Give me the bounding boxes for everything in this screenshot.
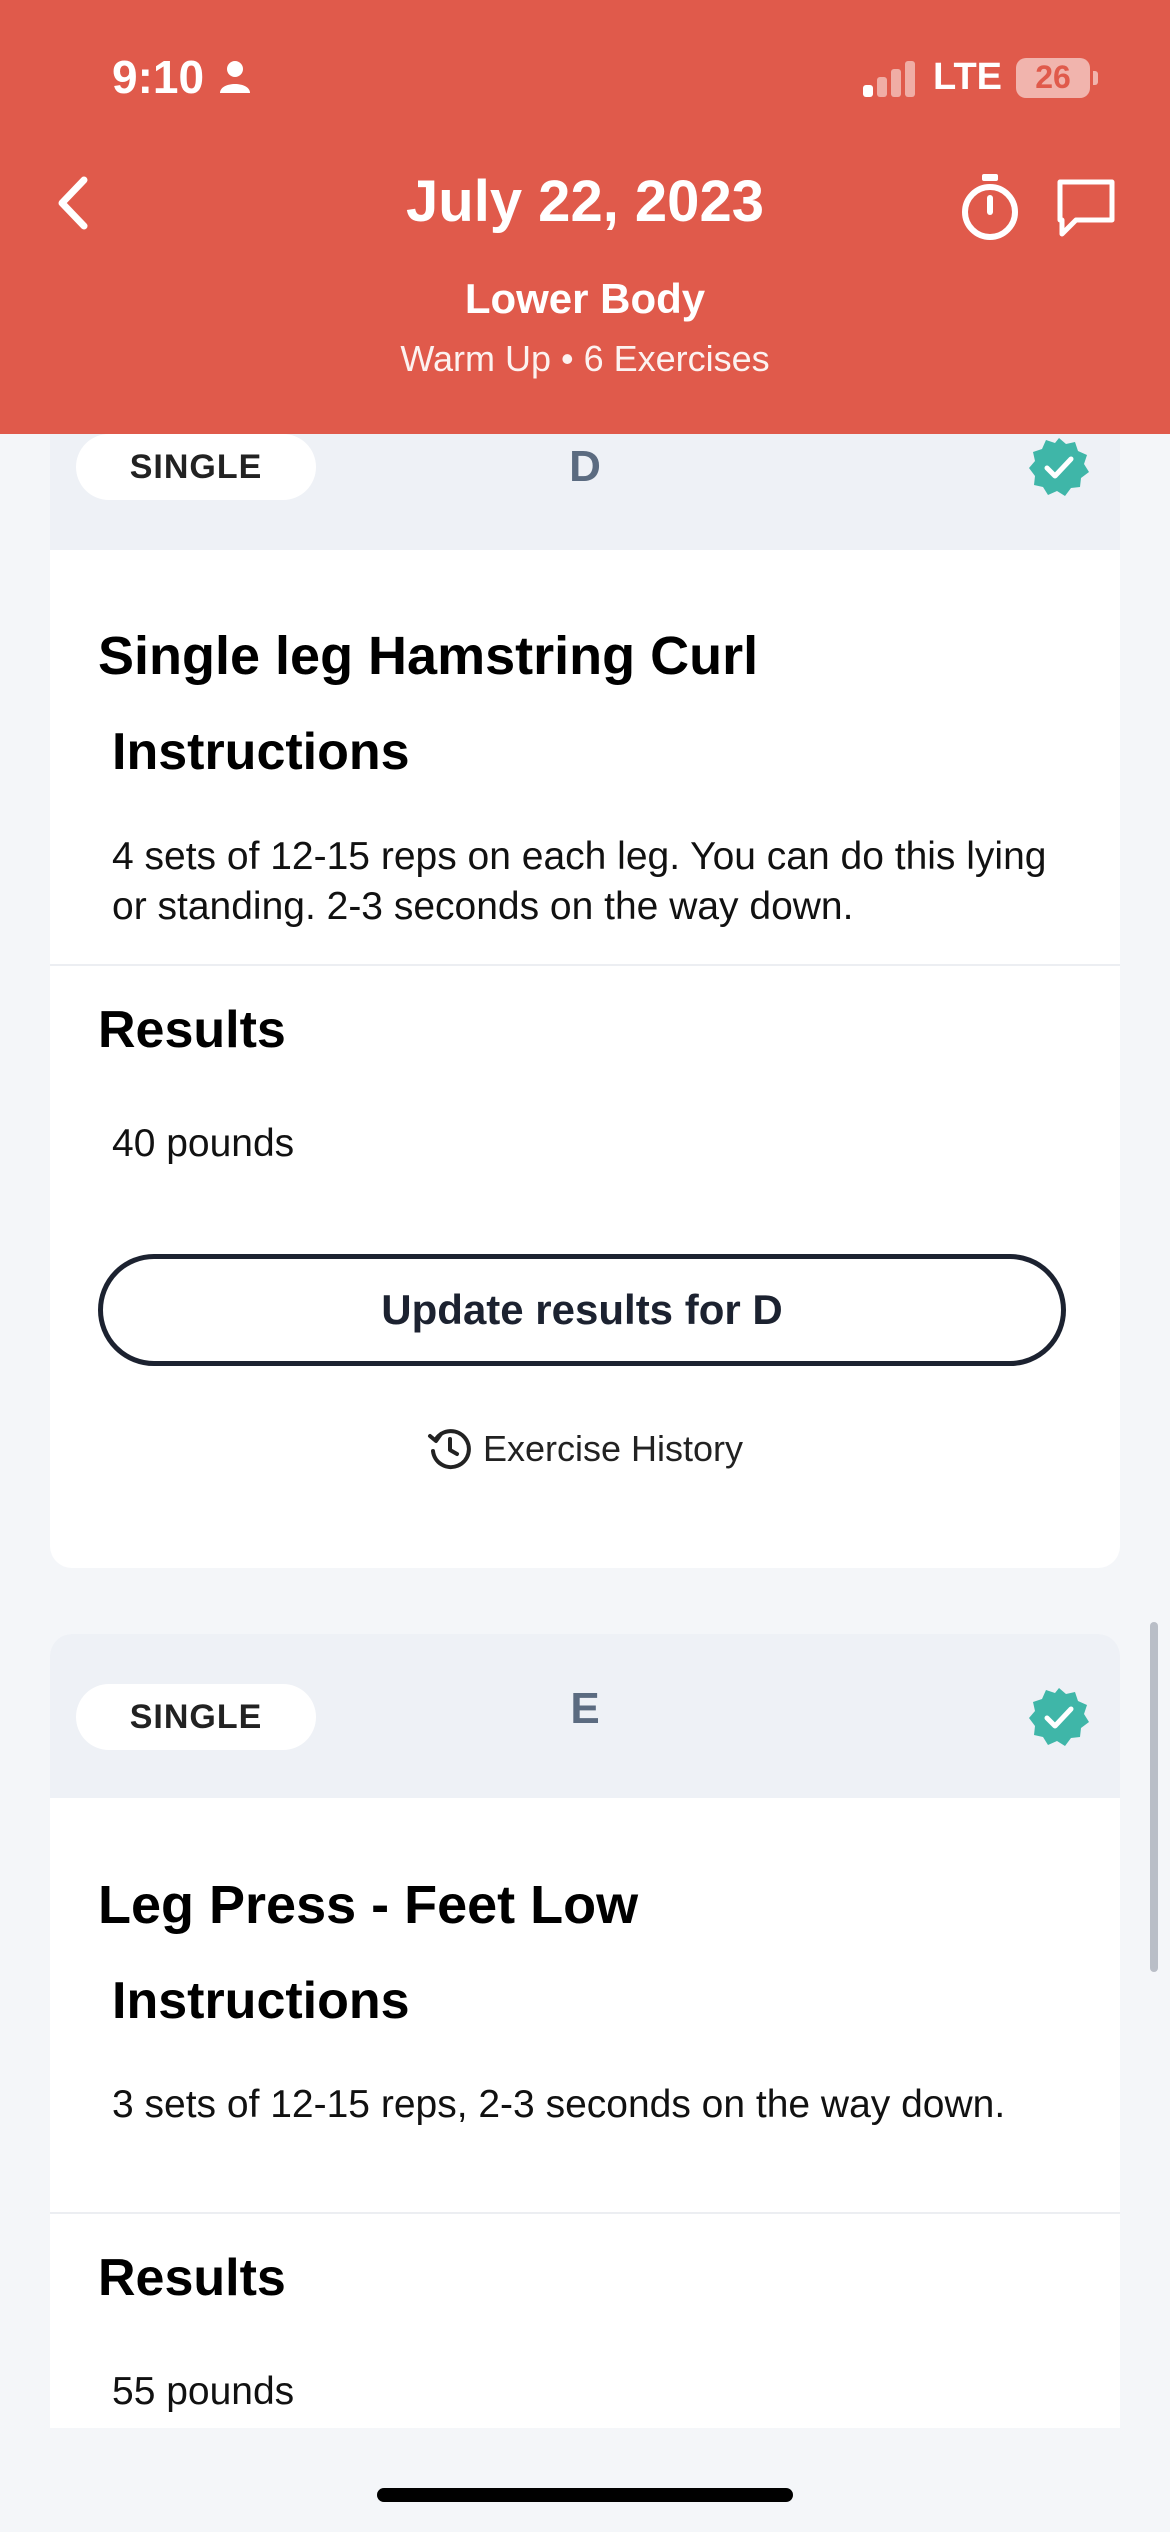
instructions-heading: Instructions <box>112 723 410 781</box>
divider <box>50 2212 1120 2214</box>
instructions-text: 4 sets of 12-15 reps on each leg. You ca… <box>112 835 1047 928</box>
status-time: 9:10 <box>112 50 252 104</box>
chat-icon[interactable] <box>1054 176 1118 240</box>
signal-icon <box>863 60 916 97</box>
exercise-letter: E <box>570 1684 600 1733</box>
completed-check-icon <box>1029 438 1089 496</box>
exercise-name: Leg Press - Feet Low <box>98 1875 639 1935</box>
divider <box>50 964 1120 966</box>
status-time-text: 9:10 <box>112 51 205 103</box>
exercise-history-label: Exercise History <box>482 1428 744 1469</box>
battery-indicator: 26 <box>1016 57 1098 98</box>
status-indicators: LTE 26 <box>861 56 1098 99</box>
exercise-history-link[interactable]: Exercise History <box>50 1426 1120 1472</box>
home-indicator[interactable] <box>377 2488 793 2502</box>
app-header: 9:10 LTE 26 July 22, 2023 Lower Body War… <box>0 0 1170 434</box>
exercise-card-d: SINGLE D Single leg Hamstring Curl Instr… <box>50 400 1120 1568</box>
person-icon <box>220 61 251 93</box>
completed-check-icon <box>1029 1688 1089 1746</box>
results-heading: Results <box>98 1001 286 1059</box>
scrollbar[interactable] <box>1150 1622 1158 1972</box>
exercise-card-e: SINGLE E Leg Press - Feet Low Instructio… <box>50 1634 1120 2434</box>
stopwatch-icon[interactable] <box>958 172 1022 242</box>
result-value: 40 pounds <box>112 1122 295 1165</box>
exercise-card-header: SINGLE E <box>50 1634 1120 1798</box>
instructions-heading: Instructions <box>112 1972 410 2030</box>
workout-name: Lower Body <box>464 275 706 322</box>
update-results-button[interactable]: Update results for D <box>98 1254 1066 1366</box>
results-heading: Results <box>98 2249 286 2307</box>
result-value: 55 pounds <box>112 2370 295 2413</box>
network-type: LTE <box>933 56 1002 98</box>
exercise-name: Single leg Hamstring Curl <box>98 626 759 686</box>
instructions-text: 3 sets of 12-15 reps, 2-3 seconds on the… <box>112 2083 1006 2126</box>
history-icon <box>427 1429 471 1470</box>
exercise-letter: D <box>569 442 601 491</box>
workout-meta: Warm Up • 6 Exercises <box>400 338 770 379</box>
bottom-safe-area <box>0 2428 1170 2532</box>
